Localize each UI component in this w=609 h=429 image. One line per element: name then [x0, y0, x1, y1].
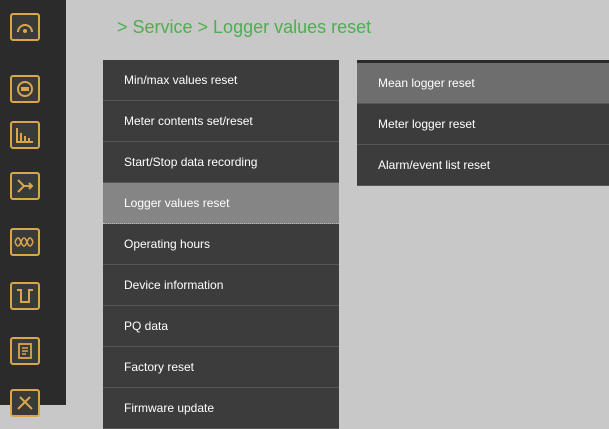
- branch-icon[interactable]: [10, 172, 40, 200]
- meter-icon[interactable]: [10, 75, 40, 103]
- document-icon[interactable]: [10, 337, 40, 365]
- menu-item-factory-reset[interactable]: Factory reset: [103, 347, 339, 388]
- service-menu: Min/max values reset Meter contents set/…: [103, 60, 339, 429]
- bar-chart-icon[interactable]: [10, 121, 40, 149]
- menu-item-firmware-update[interactable]: Firmware update: [103, 388, 339, 429]
- waveform-icon[interactable]: [10, 228, 40, 256]
- tools-icon[interactable]: [10, 389, 40, 417]
- submenu-item-alarm-event-list-reset[interactable]: Alarm/event list reset: [357, 145, 609, 186]
- submenu-item-meter-logger-reset[interactable]: Meter logger reset: [357, 104, 609, 145]
- sidebar: [0, 0, 66, 417]
- gauge-icon[interactable]: [10, 13, 40, 41]
- menu-item-logger-values-reset[interactable]: Logger values reset: [103, 183, 339, 224]
- menu-item-pq-data[interactable]: PQ data: [103, 306, 339, 347]
- breadcrumb: > Service > Logger values reset: [117, 17, 372, 37]
- pulse-icon[interactable]: [10, 282, 40, 310]
- menu-item-operating-hours[interactable]: Operating hours: [103, 224, 339, 265]
- menu-item-device-information[interactable]: Device information: [103, 265, 339, 306]
- menu-item-min-max-values-reset[interactable]: Min/max values reset: [103, 60, 339, 101]
- menu-item-meter-contents-set-reset[interactable]: Meter contents set/reset: [103, 101, 339, 142]
- submenu-item-mean-logger-reset[interactable]: Mean logger reset: [357, 63, 609, 104]
- menu-item-start-stop-data-recording[interactable]: Start/Stop data recording: [103, 142, 339, 183]
- logger-submenu: Mean logger reset Meter logger reset Ala…: [357, 60, 609, 186]
